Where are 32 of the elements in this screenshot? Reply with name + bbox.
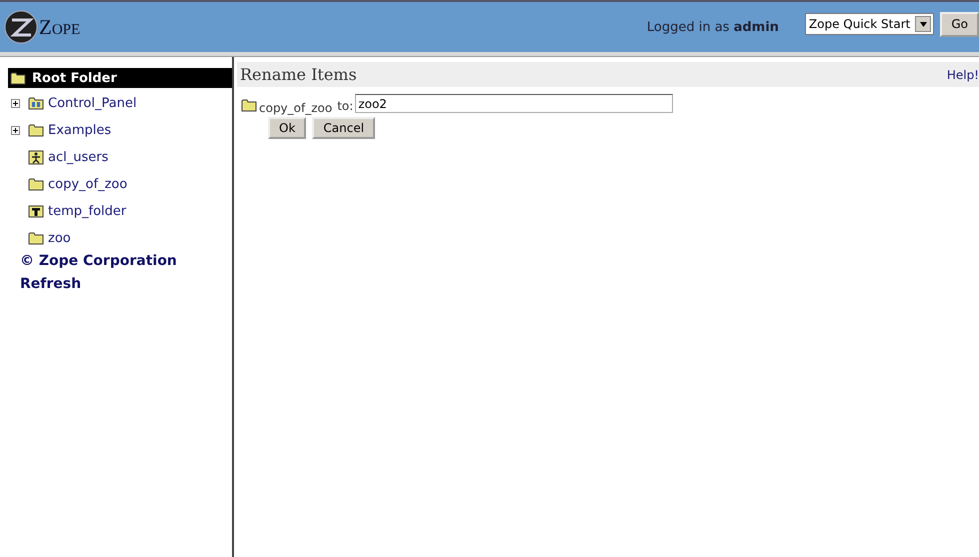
temp-folder-icon [28,204,44,219]
page-title: Rename Items [239,65,357,84]
root-folder-header[interactable]: Root Folder [8,68,232,88]
tree-item-link[interactable]: Examples [48,123,112,138]
sidebar-link[interactable]: © Zope Corporation [8,253,232,275]
tree-item-link[interactable]: Control_Panel [48,96,137,111]
go-button[interactable]: Go [940,12,979,36]
login-status: Logged in as admin [646,20,779,34]
tree-item-link[interactable]: zoo [48,231,71,246]
help-link[interactable]: Help! [946,68,979,82]
tree-item-link[interactable]: acl_users [48,150,108,165]
folder-icon [28,177,44,192]
folder-icon [10,70,26,86]
to-label: to: [337,99,354,113]
form-button[interactable]: Cancel [312,117,376,139]
user-folder-icon [28,150,44,165]
tree-item-link[interactable]: copy_of_zoo [48,177,128,192]
new-name-field[interactable]: zoo2 [355,94,674,113]
quick-start-dropdown[interactable]: Zope Quick Start [804,13,934,35]
sidebar-link[interactable]: Refresh [8,276,232,298]
folder-icon [241,98,257,113]
tree-item-link[interactable]: temp_folder [48,204,126,219]
expand-icon[interactable] [11,126,20,135]
item-name: copy_of_zoo [259,101,332,115]
folder-icon [28,123,44,138]
logo-text: ZOPE [39,14,80,40]
expand-icon[interactable] [11,99,20,108]
root-folder-link[interactable]: Root Folder [32,70,117,86]
logo-icon [4,10,38,44]
folder-icon [28,231,44,246]
folder-icon [28,96,44,111]
form-button[interactable]: Ok [268,117,306,139]
